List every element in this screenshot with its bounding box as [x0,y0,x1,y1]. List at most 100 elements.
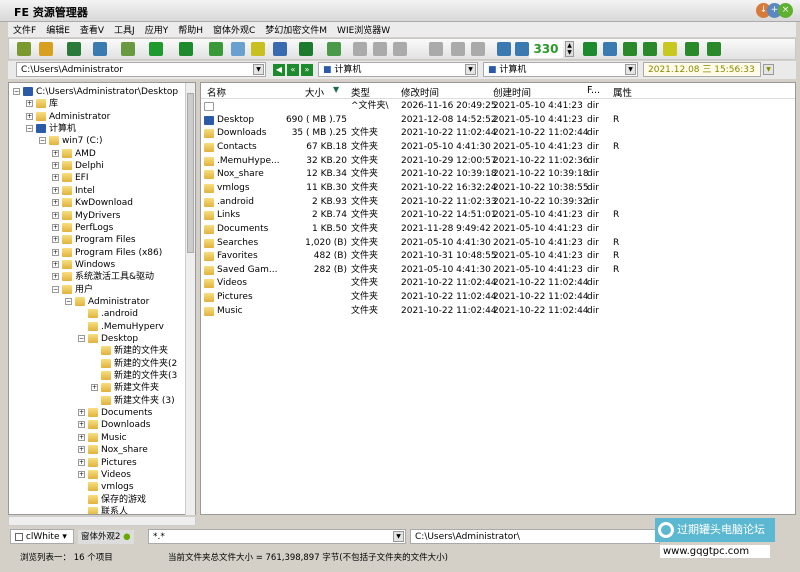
menu-item[interactable]: 查看V [75,22,109,37]
view-grid-icon[interactable] [121,42,135,56]
collapse-icon[interactable]: − [65,297,72,305]
expand-icon[interactable]: + [26,112,33,120]
column-header[interactable]: 属性 [613,85,632,99]
table-row[interactable]: Nox_share 12 KB.34 文件夹 2021-10-22 10:39:18 2… [201,168,791,181]
tree-item[interactable]: + 系统激活工具&驱动 [52,271,154,283]
tree-item[interactable]: − 计算机 [26,123,76,135]
check-icon[interactable] [251,42,265,56]
table-row[interactable]: Documents 1 KB.50 文件夹 2021-11-28 9:49:42 202… [201,223,791,236]
tree-item[interactable]: − 用户 [52,284,93,296]
tree-item[interactable]: + Program Files (x86) [52,247,162,259]
expand-icon[interactable]: + [52,199,59,207]
tree-item[interactable]: − Desktop [78,333,138,345]
tree-item[interactable]: + Music [78,432,127,444]
column-header[interactable]: 大小 [305,85,324,99]
chart-icon[interactable] [623,42,637,56]
tree-item[interactable]: + Videos [78,469,131,481]
expand-icon[interactable]: + [78,421,85,429]
tree-item[interactable]: .MemuHyperv [78,321,164,333]
chevron-down-icon[interactable]: ▼ [393,531,404,542]
tree-item[interactable]: 保存的游戏 [78,494,146,506]
tree-item[interactable]: + Program Files [52,234,136,246]
location-select-1[interactable]: ■ 计算机 ▼ [318,62,478,77]
expand-icon[interactable]: + [52,149,59,157]
table-row[interactable]: ^文件夹\ 2026-11-16 20:49:25 2021-05-10 4:41:… [201,100,791,113]
expand-icon[interactable]: + [78,470,85,478]
delete-icon[interactable] [299,42,313,56]
tree-item[interactable]: + KwDownload [52,197,133,209]
menu-item[interactable]: 编辑E [41,22,75,37]
table-row[interactable]: Searches 1,020 (B) 文件夹 2021-05-10 4:41:30 20… [201,237,791,250]
tree-item[interactable]: + Windows [52,259,115,271]
current-path-field[interactable]: C:\Users\Administrator\ [410,529,660,544]
bulb-icon[interactable] [231,42,245,56]
datetime-picker[interactable]: 2021.12.08 三 15:56:33 ▼ [643,62,774,77]
details-icon[interactable] [583,42,597,56]
expand-icon[interactable]: + [52,211,59,219]
close-button[interactable]: × [778,3,793,18]
collapse-icon[interactable]: − [13,88,20,95]
expand-icon[interactable]: + [52,260,59,268]
collapse-icon[interactable]: − [78,335,85,342]
menu-item[interactable]: WIE浏览器W [332,22,395,37]
expand-icon[interactable]: + [52,273,59,281]
expand-icon[interactable]: + [78,458,85,466]
table-row[interactable]: Videos 文件夹 2021-10-22 11:02:44 2021-10-22 1… [201,277,791,290]
expand-icon[interactable]: + [91,384,98,392]
sort-descending-icon[interactable]: ▼ [333,85,339,94]
chevron-down-icon[interactable]: ▼ [625,64,636,75]
tree-item[interactable]: 联系人 [78,506,128,514]
new-folder-icon[interactable] [209,42,223,56]
menu-item[interactable]: 帮助H [173,22,208,37]
paste-icon[interactable] [393,42,407,56]
layout-icon[interactable] [707,42,721,56]
menu-item[interactable]: 工具J [109,22,140,37]
view-list-icon[interactable] [93,42,107,56]
tree-item[interactable]: 新建的文件夹(2 [91,358,177,370]
column-header[interactable]: 类型 [351,85,370,99]
tree-item[interactable]: 新建文件夹 (3) [91,395,175,407]
table-row[interactable]: vmlogs 11 KB.30 文件夹 2021-10-22 16:32:24 2021… [201,182,791,195]
collapse-icon[interactable]: − [52,285,59,293]
table-row[interactable]: .MemuHype... 32 KB.20 文件夹 2021-10-29 12:00:… [201,155,791,168]
location-select-2[interactable]: ■ 计算机 ▼ [483,62,638,77]
scroll-thumb[interactable] [187,93,194,253]
table-row[interactable]: Downloads 35 ( MB ).25 文件夹 2021-10-22 11:02… [201,127,791,140]
expand-icon[interactable]: + [78,433,85,441]
table-row[interactable]: Pictures 文件夹 2021-10-22 11:02:44 2021-10-22… [201,291,791,304]
chevron-down-icon[interactable]: ▼ [763,64,774,75]
table-row[interactable]: Saved Gam... 282 (B) 文件夹 2021-05-10 4:41:30… [201,264,791,277]
tree-item[interactable]: − C:\Users\Administrator\Desktop [13,86,178,98]
view-details-icon[interactable] [67,42,81,56]
tree-item[interactable]: 新建的文件夹 [91,345,168,357]
rss-icon[interactable] [643,42,657,56]
window-left-icon[interactable] [471,42,485,56]
table-row[interactable]: Desktop 690 ( MB ).75 2021-12-08 14:52:52 2… [201,114,791,127]
path-input[interactable]: C:\Users\Administrator ▼ [16,62,266,77]
skin-button[interactable]: 窗体外观2 ● [78,530,134,544]
expand-icon[interactable]: + [52,248,59,256]
tree-item[interactable]: + EFI [52,172,89,184]
tree-item[interactable]: 新建的文件夹(3 [91,370,177,382]
expand-icon[interactable]: + [52,186,59,194]
tree-item[interactable]: + Intel [52,185,95,197]
rename-icon[interactable] [451,42,465,56]
expand-icon[interactable]: + [78,446,85,454]
expand-icon[interactable]: + [52,236,59,244]
expand-icon[interactable]: + [52,162,59,170]
tree-item[interactable]: + Pictures [78,457,137,469]
tree-item[interactable]: − Administrator [65,296,149,308]
table-row[interactable]: .android 2 KB.93 文件夹 2021-10-22 11:02:33 202… [201,196,791,209]
tree-item[interactable]: vmlogs [78,481,134,493]
edit-icon[interactable] [429,42,443,56]
refresh-icon[interactable] [179,42,193,56]
expand-icon[interactable]: + [78,409,85,417]
counter-spinner[interactable]: ▲ ▼ [565,41,574,57]
tree-item[interactable]: + Nox_share [78,444,148,456]
back-button[interactable]: ◀ [273,64,285,76]
up-folder-icon[interactable] [39,42,53,56]
tree-hscrollbar[interactable] [8,516,196,526]
tree-item[interactable]: + MyDrivers [52,210,120,222]
tree-item[interactable]: + Downloads [78,419,150,431]
tree-item[interactable]: .android [78,308,138,320]
